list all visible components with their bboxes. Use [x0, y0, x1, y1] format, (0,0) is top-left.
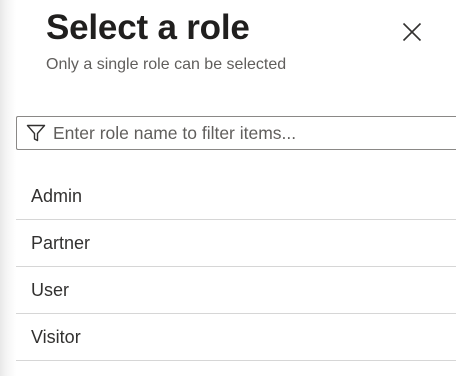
panel-title: Select a role [46, 8, 250, 47]
role-item-partner[interactable]: Partner [16, 220, 456, 267]
close-icon [402, 22, 422, 42]
role-filter-box[interactable] [16, 116, 456, 150]
panel-shadow [0, 0, 16, 376]
role-item-label: Visitor [31, 326, 81, 347]
role-item-label: User [31, 279, 70, 300]
role-item-label: Partner [31, 232, 91, 253]
role-item-user[interactable]: User [16, 267, 456, 314]
select-role-panel: Select a role Only a single role can be … [16, 0, 456, 376]
filter-icon [25, 122, 47, 144]
role-list: Admin Partner User Visitor [16, 173, 456, 361]
role-item-visitor[interactable]: Visitor [16, 314, 456, 361]
role-item-admin[interactable]: Admin [16, 173, 456, 220]
close-button[interactable] [396, 16, 428, 48]
role-picker-page: Select a role Only a single role can be … [0, 0, 456, 376]
role-filter-input[interactable] [53, 122, 423, 144]
panel-subtitle: Only a single role can be selected [46, 56, 287, 73]
role-item-label: Admin [31, 185, 83, 206]
